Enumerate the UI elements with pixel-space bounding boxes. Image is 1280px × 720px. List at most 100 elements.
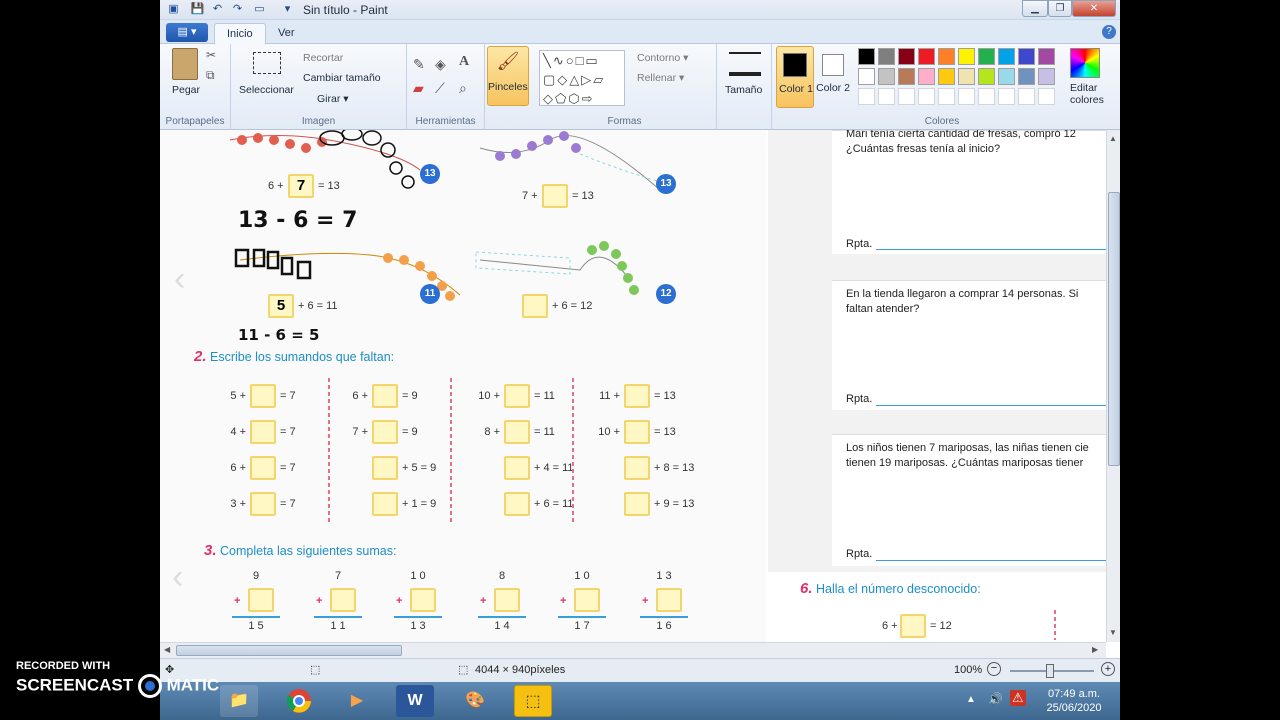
paint-palette-taskbar-button[interactable]: 🎨 <box>456 685 494 717</box>
palette-swatch[interactable] <box>1038 48 1055 65</box>
vertical-scrollbar[interactable]: ▲ ▼ <box>1106 130 1120 642</box>
horizontal-scroll-thumb[interactable] <box>176 645 402 656</box>
close-button[interactable]: ✕ <box>1072 0 1116 17</box>
zoom-in-button[interactable]: + <box>1101 662 1115 676</box>
save-icon[interactable]: 💾 <box>190 2 205 17</box>
palette-swatch[interactable] <box>1038 68 1055 85</box>
pencil-icon[interactable]: ✎ <box>413 56 425 73</box>
chrome-taskbar-button[interactable] <box>280 685 318 717</box>
custom-color-slot[interactable] <box>978 88 995 105</box>
word-taskbar-button[interactable]: W <box>396 685 434 717</box>
copy-icon[interactable]: ⧉ <box>206 68 215 83</box>
sum-right: + 8 = 13 <box>654 462 695 474</box>
text-tool-icon[interactable]: A <box>459 54 469 70</box>
edit-colors-icon[interactable] <box>1070 48 1100 78</box>
rotate-button[interactable]: Girar ▾ <box>317 93 349 105</box>
paste-icon[interactable] <box>172 48 198 80</box>
tray-app-icon[interactable]: ⚠ <box>1010 690 1026 706</box>
brushes-button[interactable]: 🖌 Pinceles <box>487 46 529 106</box>
palette-swatch[interactable] <box>938 48 955 65</box>
palette-swatch[interactable] <box>918 68 935 85</box>
file-menu-button[interactable]: ▤ ▾ <box>166 23 208 42</box>
palette-swatch[interactable] <box>958 68 975 85</box>
palette-swatch[interactable] <box>898 48 915 65</box>
palette-swatch[interactable] <box>878 68 895 85</box>
custom-color-slot[interactable] <box>998 88 1015 105</box>
palette-swatch[interactable] <box>978 48 995 65</box>
plus-sign: + <box>560 595 567 607</box>
palette-swatch[interactable] <box>938 68 955 85</box>
addend-left: 7 + <box>352 426 368 438</box>
minimize-button[interactable]: ▁ <box>1022 0 1048 17</box>
scroll-right-icon[interactable]: ▶ <box>1092 645 1098 654</box>
palette-swatch[interactable] <box>878 48 895 65</box>
color-picker-icon[interactable]: ⟋ <box>435 80 445 97</box>
palette-swatch[interactable] <box>858 48 875 65</box>
custom-color-slot[interactable] <box>918 88 935 105</box>
custom-color-slot[interactable] <box>958 88 975 105</box>
paste-label[interactable]: Pegar <box>172 84 200 96</box>
redo-icon[interactable]: ↷ <box>230 2 245 17</box>
eraser-icon[interactable]: ▰ <box>413 80 424 97</box>
custom-color-slot[interactable] <box>1038 88 1055 105</box>
custom-color-slot[interactable] <box>938 88 955 105</box>
clock[interactable]: 07:49 a.m. 25/06/2020 <box>1034 687 1114 715</box>
paint-app-icon[interactable]: ▣ <box>166 2 181 17</box>
zoom-slider-thumb[interactable] <box>1046 664 1054 678</box>
explorer-taskbar-button[interactable]: 📁 <box>220 685 258 717</box>
palette-swatch[interactable] <box>978 68 995 85</box>
size-label[interactable]: Tamaño <box>725 84 762 96</box>
scroll-up-icon[interactable]: ▲ <box>1109 134 1117 143</box>
answer-box <box>372 384 398 408</box>
custom-color-slot[interactable] <box>1018 88 1035 105</box>
crop-button[interactable]: Recortar <box>303 52 343 64</box>
scroll-down-icon[interactable]: ▼ <box>1109 628 1117 637</box>
zoom-out-button[interactable]: − <box>987 662 1001 676</box>
volume-icon[interactable]: 🔊 <box>988 692 1003 706</box>
outline-button[interactable]: Contorno ▾ <box>637 52 688 64</box>
magnifier-icon[interactable]: ⌕ <box>459 80 467 97</box>
color1-button[interactable]: Color 1 <box>776 46 814 108</box>
shapes-gallery[interactable]: ╲∿○□▭ ▢◇△▷▱ ◇⬠⬡⇨ <box>539 50 625 106</box>
palette-swatch[interactable] <box>1018 48 1035 65</box>
media-player-taskbar-button[interactable]: ▶ <box>338 685 376 717</box>
addend-left: 10 + <box>478 390 500 402</box>
palette-swatch[interactable] <box>898 68 915 85</box>
cut-icon[interactable]: ✂ <box>206 48 216 62</box>
fill-icon[interactable]: ◈ <box>435 56 446 73</box>
vertical-scroll-thumb[interactable] <box>1108 192 1120 466</box>
scroll-left-icon[interactable]: ◀ <box>164 645 170 654</box>
plus-sign: + <box>480 595 487 607</box>
resize-button[interactable]: Cambiar tamaño <box>303 72 381 84</box>
paint-taskbar-button[interactable]: ⬚ <box>514 685 552 717</box>
palette-swatch[interactable] <box>918 48 935 65</box>
quick-access-icon[interactable]: ▭ <box>252 2 267 17</box>
watermark-brand: SCREENCAST <box>16 675 134 695</box>
fill-button[interactable]: Rellenar ▾ <box>637 72 684 84</box>
palette-swatch[interactable] <box>998 48 1015 65</box>
select-label[interactable]: Seleccionar <box>239 84 294 96</box>
custom-color-slot[interactable] <box>858 88 875 105</box>
equation-right: + 6 = 11 <box>298 300 338 312</box>
color2-button[interactable]: Color 2 <box>816 46 850 108</box>
palette-swatch[interactable] <box>1018 68 1035 85</box>
palette-swatch[interactable] <box>998 68 1015 85</box>
size-icon[interactable] <box>729 52 761 76</box>
show-hidden-icons[interactable]: ▲ <box>966 694 976 705</box>
horizontal-scrollbar[interactable]: ◀ ▶ <box>160 642 1106 658</box>
undo-icon[interactable]: ↶ <box>210 2 225 17</box>
help-icon[interactable]: ? <box>1102 25 1116 39</box>
sum-right: = 9 <box>402 426 418 438</box>
tab-ver[interactable]: Ver <box>266 23 307 44</box>
palette-swatch[interactable] <box>858 68 875 85</box>
maximize-button[interactable]: ❐ <box>1048 0 1072 17</box>
sum-total: 1 6 <box>656 620 672 632</box>
customize-quick-access-icon[interactable]: ▾ <box>280 2 295 17</box>
select-icon[interactable] <box>253 52 281 74</box>
custom-color-slot[interactable] <box>898 88 915 105</box>
tab-inicio[interactable]: Inicio <box>214 23 266 44</box>
palette-swatch[interactable] <box>958 48 975 65</box>
edit-colors-label[interactable]: Editar colores <box>1070 82 1110 106</box>
custom-color-slot[interactable] <box>878 88 895 105</box>
drawing-canvas[interactable]: 6 + 7 = 13 13 7 + = 13 13 5 + 6 = 11 11 + 6 = 12 12… <box>160 130 1106 642</box>
